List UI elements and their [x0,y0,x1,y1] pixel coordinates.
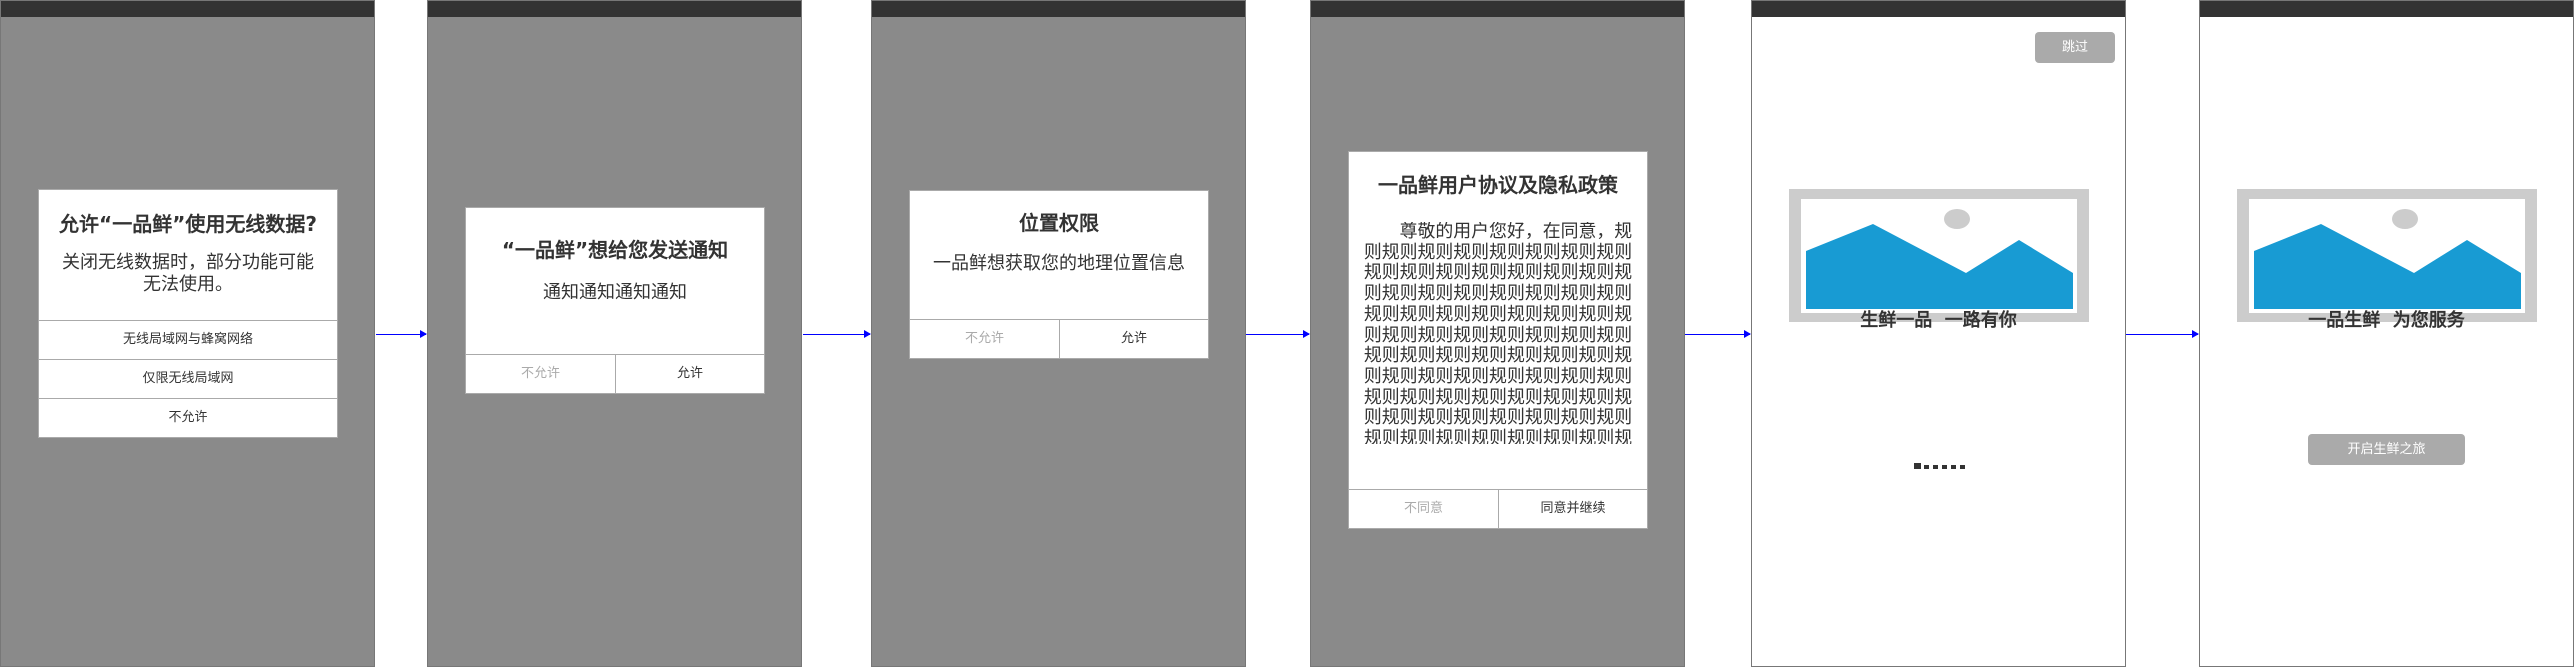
dialog-body: 关闭无线数据时，部分功能可能无法使用。 [62,252,314,295]
status-bar [2200,1,2573,17]
skip-button[interactable]: 跳过 [2035,32,2115,63]
status-bar [1,1,374,17]
start-journey-button[interactable]: 开启生鲜之旅 [2308,434,2465,465]
flow-arrow [1246,330,1310,338]
page-dot[interactable] [1924,465,1929,469]
agreement-text: 尊敬的用户您好，在同意，规则规则规则规则规则规则规则规则规则规则规则规则规则规则… [1363,222,1633,444]
page-dot-active[interactable] [1914,463,1921,469]
page-dot[interactable] [1960,465,1965,469]
location-dialog: 位置权限 一品鲜想获取您的地理位置信息 不允许 允许 [909,190,1209,359]
option-deny[interactable]: 不允许 [39,398,337,437]
page-dot[interactable] [1951,465,1956,469]
allow-button[interactable]: 允许 [616,354,764,393]
flow-arrow [376,330,427,338]
page-dot[interactable] [1933,465,1938,469]
tagline: 一品生鲜 为您服务 [2308,310,2465,331]
disagree-button[interactable]: 不同意 [1349,489,1499,528]
screen-notification-permission: “一品鲜”想给您发送通知 通知通知通知通知 不允许 允许 [427,0,802,667]
dialog-title: 一品鲜用户协议及隐私政策 [1378,173,1618,197]
flow-arrow [803,330,871,338]
status-bar [872,1,1245,17]
agree-continue-button[interactable]: 同意并继续 [1499,489,1647,528]
agreement-dialog: 一品鲜用户协议及隐私政策 尊敬的用户您好，在同意，规则规则规则规则规则规则规则规… [1348,151,1648,529]
flow-arrow [2126,330,2199,338]
wifi-dialog: 允许“一品鲜”使用无线数据? 关闭无线数据时，部分功能可能无法使用。 无线局域网… [38,189,338,438]
option-wlan-and-cellular[interactable]: 无线局域网与蜂窝网络 [39,320,337,359]
dialog-title: 允许“一品鲜”使用无线数据? [59,212,317,236]
image-placeholder-icon [1789,189,2089,322]
page-dot[interactable] [1942,465,1947,469]
dialog-title: “一品鲜”想给您发送通知 [501,238,729,262]
tagline: 生鲜一品 一路有你 [1860,310,2017,331]
screen-user-agreement: 一品鲜用户协议及隐私政策 尊敬的用户您好，在同意，规则规则规则规则规则规则规则规… [1310,0,1685,667]
screen-location-permission: 位置权限 一品鲜想获取您的地理位置信息 不允许 允许 [871,0,1246,667]
option-wlan-only[interactable]: 仅限无线局域网 [39,359,337,398]
screen-wifi-permission: 允许“一品鲜”使用无线数据? 关闭无线数据时，部分功能可能无法使用。 无线局域网… [0,0,375,667]
dialog-body: 一品鲜想获取您的地理位置信息 [933,253,1185,274]
status-bar [1311,1,1684,17]
screen-guide-2: 一品生鲜 为您服务 开启生鲜之旅 [2199,0,2574,667]
deny-button[interactable]: 不允许 [910,319,1060,358]
status-bar [428,1,801,17]
screen-guide-1: 跳过 生鲜一品 一路有你 [1751,0,2126,667]
dialog-body: 通知通知通知通知 [543,282,687,303]
deny-button[interactable]: 不允许 [466,354,616,393]
image-placeholder-icon [2237,189,2537,322]
dialog-title: 位置权限 [1019,211,1099,235]
status-bar [1752,1,2125,17]
notification-dialog: “一品鲜”想给您发送通知 通知通知通知通知 不允许 允许 [465,207,765,394]
allow-button[interactable]: 允许 [1060,319,1208,358]
flow-arrow [1685,330,1751,338]
